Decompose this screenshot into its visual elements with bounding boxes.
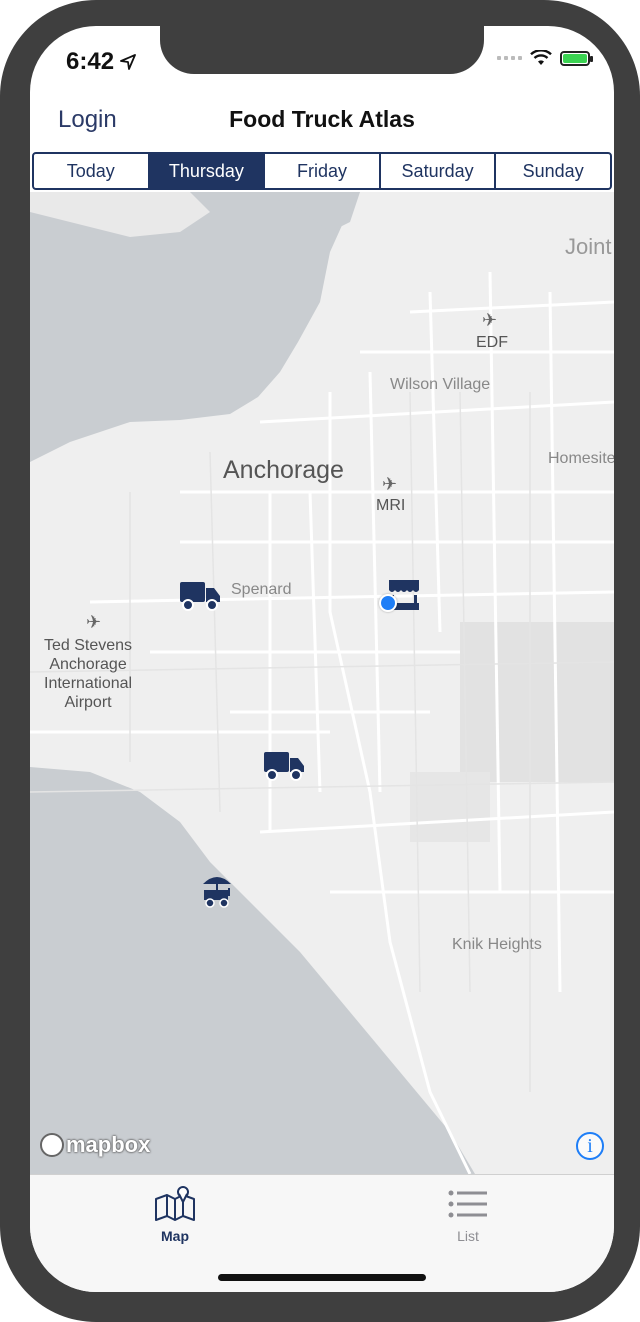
label-edf: EDF	[476, 334, 508, 351]
map-view[interactable]: Joint ✈ EDF Wilson Village Homesite Anch…	[30, 192, 614, 1174]
label-joint: Joint	[565, 234, 612, 259]
time-text: 6:42	[66, 48, 115, 75]
tab-sunday[interactable]: Sunday	[494, 154, 610, 188]
list-icon	[448, 1190, 487, 1218]
truck-icon[interactable]	[264, 750, 304, 782]
tab-friday[interactable]: Friday	[263, 154, 379, 188]
label-wilson-village: Wilson Village	[390, 376, 491, 393]
mapbox-logo-text: mapbox	[66, 1132, 151, 1157]
tab-list[interactable]: List	[408, 1185, 528, 1244]
tab-map[interactable]: Map	[115, 1185, 235, 1244]
mapbox-logo[interactable]: mapbox	[40, 1132, 150, 1158]
airport-icon: ✈	[482, 310, 498, 330]
day-selector: Today Thursday Friday Saturday Sunday	[32, 152, 612, 190]
info-button[interactable]: i	[576, 1132, 604, 1160]
navigation-bar: Login Food Truck Atlas	[30, 96, 614, 152]
mapbox-logo-icon	[40, 1133, 64, 1157]
tab-today[interactable]: Today	[34, 154, 148, 188]
label-anc-airport: Ted Stevens Anchorage International Airp…	[44, 637, 133, 711]
user-location-dot	[379, 594, 397, 612]
status-time: 6:42	[66, 48, 136, 76]
label-knik-heights: Knik Heights	[452, 936, 542, 953]
tab-list-label: List	[457, 1228, 479, 1244]
map-icon	[155, 1186, 195, 1221]
tab-saturday[interactable]: Saturday	[378, 154, 495, 188]
label-spenard: Spenard	[231, 581, 292, 598]
battery-icon	[560, 50, 593, 66]
wifi-icon	[530, 50, 552, 65]
truck-icon[interactable]	[180, 580, 220, 612]
status-indicators	[497, 50, 593, 66]
airport-icon-mri: ✈	[382, 474, 398, 494]
tab-map-label: Map	[161, 1228, 189, 1244]
signal-icon	[497, 56, 522, 60]
food-cart-icon[interactable]	[200, 872, 234, 908]
page-title: Food Truck Atlas	[229, 106, 415, 132]
label-anchorage: Anchorage	[223, 456, 344, 484]
label-mri: MRI	[376, 497, 406, 514]
notch	[160, 26, 484, 74]
airport-icon-anc: ✈	[86, 612, 102, 632]
label-homesite: Homesite	[548, 450, 614, 467]
home-indicator[interactable]	[218, 1274, 426, 1281]
location-arrow-icon	[120, 54, 136, 70]
screen: 6:42 Login Food Truck Atlas Today Thursd…	[30, 26, 614, 1292]
tab-thursday[interactable]: Thursday	[147, 154, 264, 188]
